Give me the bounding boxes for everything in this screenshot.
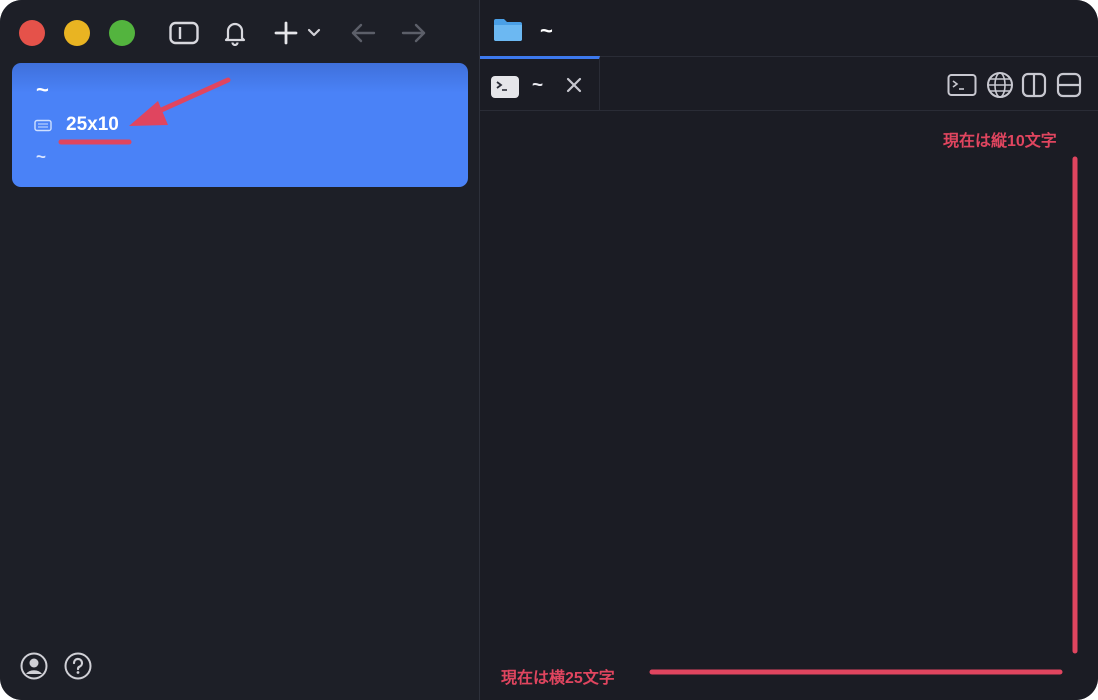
sidebar-toggle-icon[interactable]	[169, 19, 199, 47]
tab-label: ~	[532, 75, 544, 96]
maximize-window-button[interactable]	[109, 20, 135, 46]
help-icon[interactable]	[64, 652, 92, 680]
directory-title: ~	[540, 18, 553, 43]
terminal-icon[interactable]	[947, 72, 977, 100]
arrow-left-icon[interactable]	[348, 19, 378, 47]
globe-icon[interactable]	[986, 71, 1014, 99]
session-title: ~	[36, 77, 49, 102]
cols-annotation-label: 現在は横25文字	[501, 670, 615, 687]
sidebar: ~ 25x10 ~	[0, 0, 480, 700]
split-horizontal-icon[interactable]	[1056, 72, 1084, 100]
rows-annotation-label: 現在は縦10文字	[943, 133, 1057, 150]
bell-icon[interactable]	[220, 19, 250, 47]
close-tab-icon[interactable]	[563, 74, 585, 96]
close-window-button[interactable]	[19, 20, 45, 46]
window-size-icon	[34, 119, 52, 137]
session-path: ~	[36, 147, 46, 166]
new-tab-plus-icon[interactable]	[271, 19, 301, 47]
app-window: ~ 25x10 ~ ~ ~ 現在は縦10文字 現在は横25文字	[0, 0, 1098, 700]
session-card[interactable]: ~ 25x10 ~	[12, 63, 468, 187]
account-icon[interactable]	[20, 652, 48, 680]
split-vertical-icon[interactable]	[1021, 72, 1049, 100]
session-size-label: 25x10	[66, 114, 119, 135]
terminal-area: ~ ~	[480, 0, 1098, 700]
terminal-tab-icon	[491, 76, 519, 103]
main-header: ~	[480, 0, 1098, 57]
arrow-right-icon[interactable]	[399, 19, 429, 47]
tab-terminal[interactable]: ~	[480, 56, 600, 110]
minimize-window-button[interactable]	[64, 20, 90, 46]
chevron-down-icon[interactable]	[300, 19, 328, 47]
folder-icon	[493, 17, 523, 46]
